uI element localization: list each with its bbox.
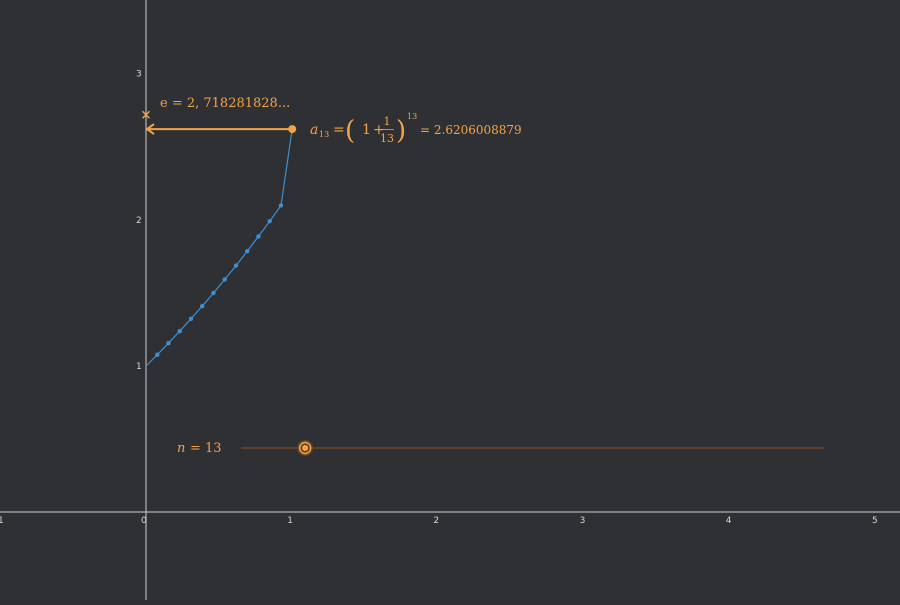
sequence-point [256, 234, 261, 239]
slider-label-var: n [177, 441, 185, 456]
y-tick-label: 1 [136, 362, 142, 372]
sequence-point [188, 316, 194, 322]
x-tick-label: 0 [141, 516, 147, 526]
x-tick-label: 3 [580, 516, 586, 526]
formula-exponent: 13 [407, 112, 417, 121]
x-tick-label: 2 [433, 516, 439, 526]
sequence-point [222, 277, 227, 282]
formula-lhs-subscript: 13 [319, 130, 329, 139]
x-tick-label: 4 [726, 516, 732, 526]
sequence-point [166, 340, 171, 346]
current-term-point[interactable] [288, 125, 297, 134]
x-tick-label: 1 [287, 516, 293, 526]
x-tick-label: 5 [872, 516, 878, 526]
sequence-point [245, 249, 250, 254]
formula-equals: = [333, 122, 345, 138]
sequence-point [177, 328, 182, 334]
sequence-point [267, 218, 272, 224]
axes [0, 0, 900, 600]
sequence-point [200, 303, 205, 309]
y-tick-labels: 1 2 3 [136, 70, 142, 372]
formula-denominator: 13 [380, 132, 394, 145]
sequence-curve [145, 129, 293, 367]
slider-label-value: = 13 [190, 441, 222, 456]
sequence-point [278, 203, 284, 208]
formula-result: = 2.6206008879 [420, 123, 522, 137]
y-tick-label: 3 [136, 70, 142, 80]
term-formula: a 13 = ( 1 + 1 13 ) 13 = 2.6206008879 [310, 112, 522, 146]
formula-one: 1 [362, 122, 371, 138]
y-tick-label: 2 [136, 216, 142, 226]
n-slider[interactable]: n = 13 [177, 440, 824, 456]
formula-numerator: 1 [384, 115, 391, 128]
sequence-point [155, 352, 160, 357]
x-tick-labels: -1 0 1 2 3 4 5 [0, 516, 878, 526]
graph-view[interactable]: -1 0 1 2 3 4 5 1 2 3 e = 2, 718281828... a 13 = … [0, 0, 900, 600]
sequence-point [233, 263, 239, 268]
slider-handle[interactable] [302, 445, 309, 451]
formula-rparen: ) [396, 116, 406, 146]
e-value-label: e = 2, 718281828... [160, 96, 290, 111]
formula-lhs: a [310, 122, 318, 138]
plot-canvas[interactable]: -1 0 1 2 3 4 5 1 2 3 e = 2, 718281828... a 13 = … [0, 0, 900, 600]
formula-lparen: ( [345, 116, 355, 146]
x-tick-label: -1 [0, 516, 4, 526]
sequence-points [155, 203, 284, 357]
sequence-point [211, 290, 216, 296]
